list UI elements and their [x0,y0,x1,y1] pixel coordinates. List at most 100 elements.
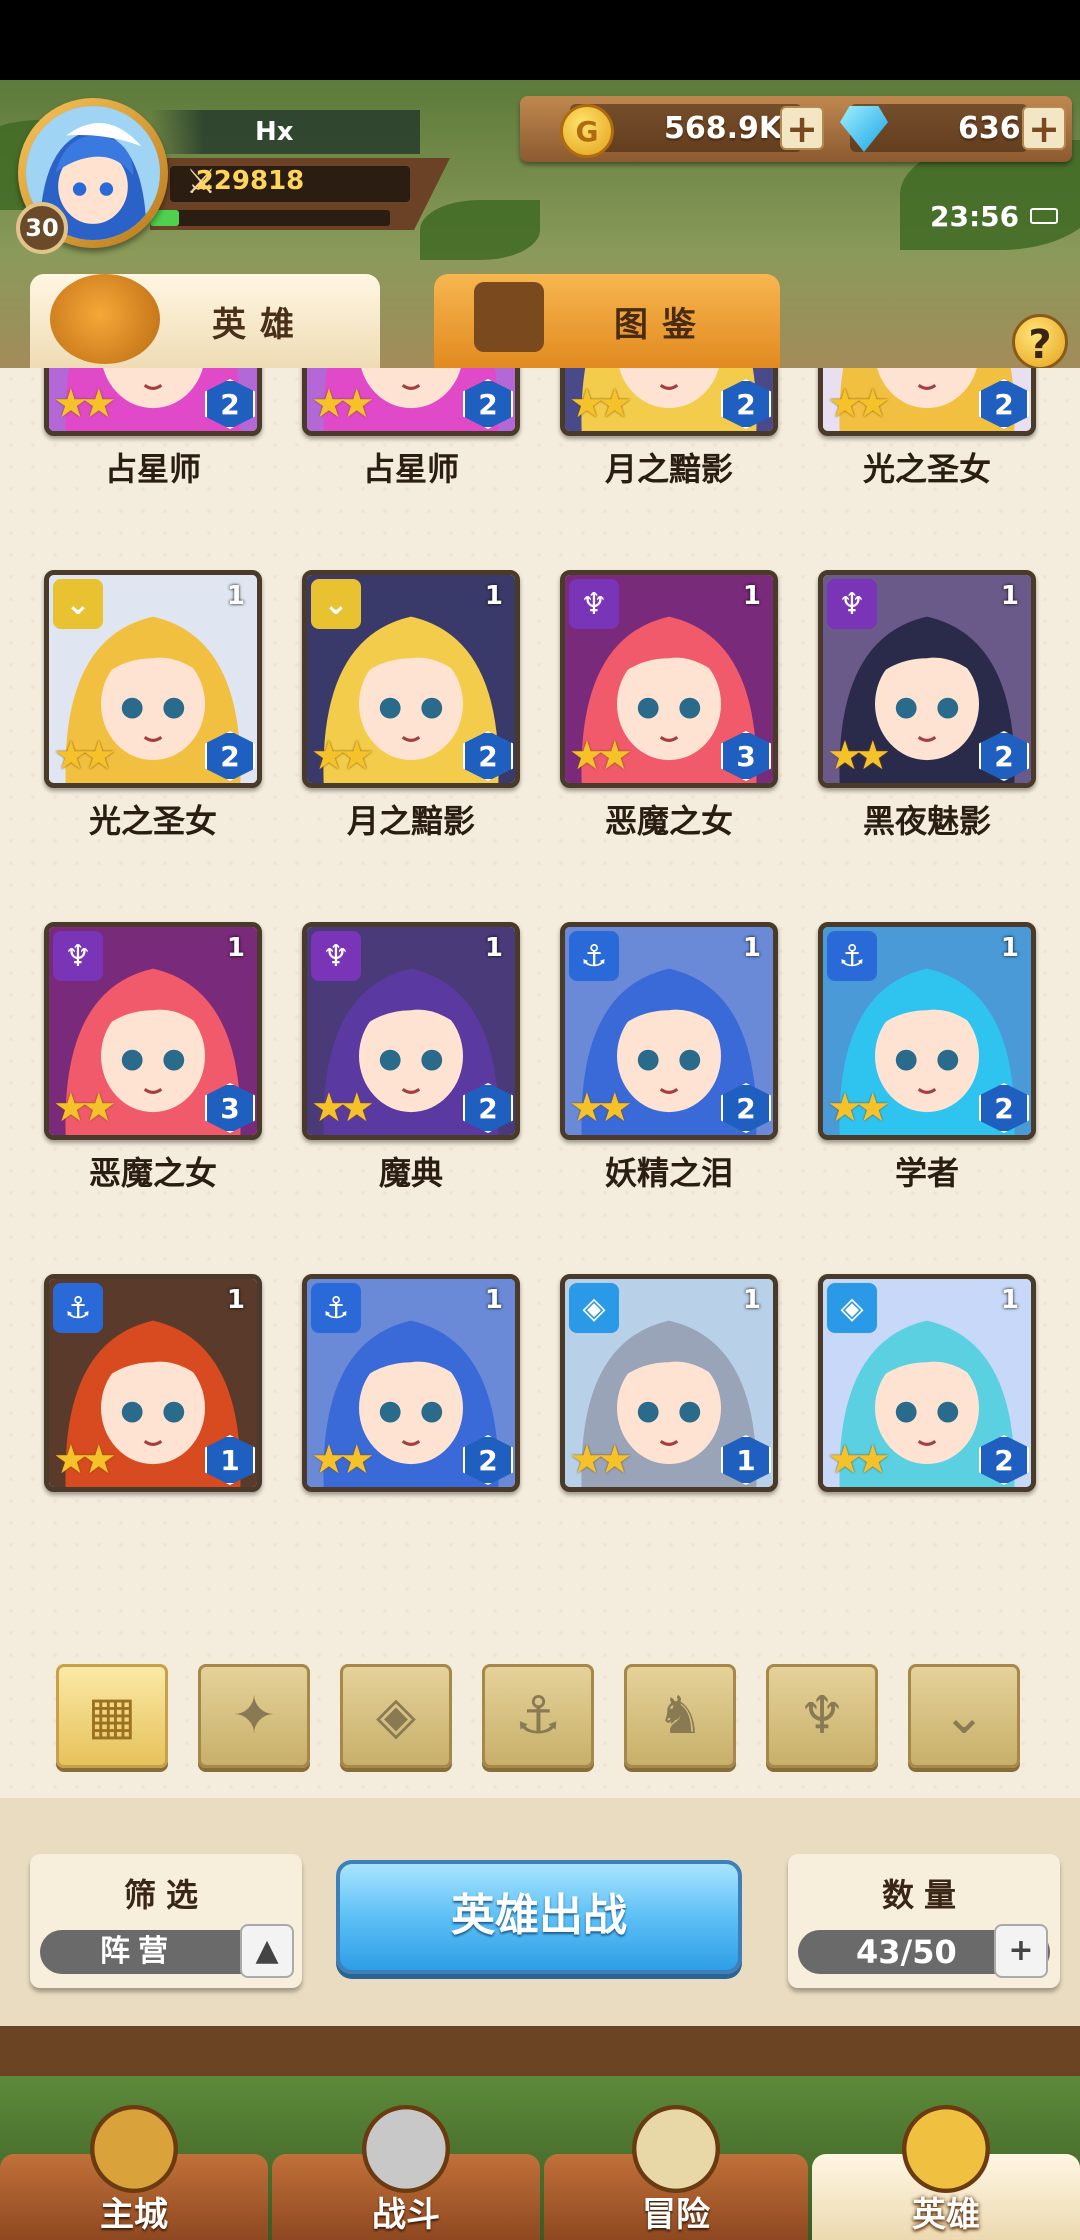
hero-card[interactable]: ⚓ 1 ★★ 2 学者 [818,922,1076,1192]
hero-card[interactable]: ⌄★★2 占星师 [302,368,560,488]
demon-faction-icon: ♆ [798,1686,846,1746]
ice-faction-icon: ◈ [827,1283,877,1333]
star-rating: ★★ [53,381,117,427]
nav-item-2[interactable]: 冒险 [544,2105,808,2240]
star-rating: ★★ [569,381,633,427]
hero-portrait: ⌄★★2 [302,368,520,436]
hero-card[interactable]: ⚓ 1 ★★ 2 妖精之泪 [560,922,818,1192]
sea-faction-icon: ⚓ [569,931,619,981]
hero-card[interactable]: ⌄★★2 占星师 [44,368,302,488]
filter-crystal-faction-button[interactable]: ◈ [340,1664,452,1768]
faction-filter-row: ▦ ✦ ◈ ⚓ ♞ ♆ ⌄ [56,1664,1036,1768]
star-rating: ★★ [827,733,891,779]
hero-copies: 1 [226,581,245,611]
hero-name: 月之黯影 [604,450,733,488]
nav-item-3[interactable]: 英雄 [812,2105,1080,2240]
hero-portrait: ⌄ 1 ★★ 2 [44,570,262,788]
hero-copies: 1 [226,933,245,963]
hero-name: 妖精之泪 [604,1154,733,1192]
star-rating: ★★ [311,1437,375,1483]
hero-grid[interactable]: ⌄★★2占星师⌄★★2占星师⌄★★2月之黯影⌄★★2光之圣女⌄1★★2光之圣女⌄… [0,368,1080,1628]
help-button[interactable]: ? [1012,314,1068,370]
demon-faction-icon: ♆ [311,931,361,981]
hero-card[interactable]: ◈ 1 ★★ 2 [818,1274,1076,1544]
filter-toggle-button[interactable]: ▲ [240,1924,294,1978]
filter-leaf-faction-button[interactable]: ✦ [198,1664,310,1768]
hero-card[interactable]: ⚓ 1 ★★ 1 [44,1274,302,1544]
light-faction-icon: ⌄ [311,579,361,629]
star-rating: ★★ [53,733,117,779]
deploy-heroes-button[interactable]: 英雄出战 [336,1860,742,1974]
tab-heroes[interactable]: 英雄 [30,274,380,368]
filter-all-grid-button[interactable]: ▦ [56,1664,168,1768]
hero-card[interactable]: ♆ 1 ★★ 3 恶魔之女 [44,922,302,1192]
hero-portrait: ♆ 1 ★★ 2 [818,570,1036,788]
ice-faction-icon: ◈ [569,1283,619,1333]
gem-value: 636 [958,111,1021,146]
count-title: 数量 [881,1876,966,1914]
hero-portrait: ⚓ 1 ★★ 1 [44,1274,262,1492]
hero-copies: 1 [484,581,503,611]
hero-card[interactable]: ⚓ 1 ★★ 2 [302,1274,560,1544]
hero-card[interactable]: ⌄★★2 月之黯影 [560,368,818,488]
filter-title: 筛选 [123,1876,208,1914]
hero-copies: 1 [226,1285,245,1315]
demon-faction-icon: ♆ [569,579,619,629]
add-gems-button[interactable]: + [1022,106,1066,150]
nav-label: 主城 [100,2195,168,2235]
hero-copies: 1 [484,933,503,963]
battery-icon [1030,208,1058,224]
level-badge: 30 [16,202,68,254]
hero-copies: 1 [742,581,761,611]
expand-capacity-button[interactable]: + [994,1924,1048,1978]
hero-name: 光之圣女 [88,802,217,840]
hero-copies: 1 [484,1285,503,1315]
star-rating: ★★ [569,733,633,779]
hero-portrait: ♆ 1 ★★ 3 [44,922,262,1140]
light-faction-icon: ⌄ [53,579,103,629]
star-rating: ★★ [311,381,375,427]
tab-codex[interactable]: 图鉴 [434,274,780,368]
beast-faction-icon: ♞ [656,1686,704,1746]
filter-beast-faction-button[interactable]: ♞ [624,1664,736,1768]
nav-item-0[interactable]: 主城 [0,2105,268,2240]
hero-card[interactable]: ⌄ 1 ★★ 2 光之圣女 [44,570,302,840]
star-rating: ★★ [53,1085,117,1131]
hero-name: 恶魔之女 [88,1154,217,1192]
filter-box: 筛选 阵营 ▲ [30,1854,302,1988]
hero-card[interactable]: ♆ 1 ★★ 2 黑夜魅影 [818,570,1076,840]
nav-item-1[interactable]: 战斗 [272,2105,540,2240]
hero-copies: 1 [742,1285,761,1315]
sea-faction-icon: ⚓ [827,931,877,981]
status-strip [0,0,1080,80]
star-rating: ★★ [311,733,375,779]
count-box: 数量 43/50 + [788,1854,1060,1988]
nav-label: 冒险 [642,2195,710,2235]
hero-name: 黑夜魅影 [862,802,991,840]
star-rating: ★★ [827,381,891,427]
hero-card[interactable]: ♆ 1 ★★ 3 恶魔之女 [560,570,818,840]
hero-portrait: ⌄★★2 [44,368,262,436]
tab-codex-label: 图鉴 [614,304,710,345]
hero-card[interactable]: ♆ 1 ★★ 2 魔典 [302,922,560,1192]
filter-anchor-faction-button[interactable]: ⚓ [482,1664,594,1768]
star-rating: ★★ [827,1085,891,1131]
hero-card[interactable]: ⌄★★2 光之圣女 [818,368,1076,488]
crystal-faction-icon: ◈ [376,1686,416,1746]
hero-portrait: ⌄★★2 [818,368,1036,436]
hero-card[interactable]: ⌄ 1 ★★ 2 月之黯影 [302,570,560,840]
filter-demon-faction-button[interactable]: ♆ [766,1664,878,1768]
hero-name: 学者 [894,1154,959,1192]
hero-portrait: ◈ 1 ★★ 2 [818,1274,1036,1492]
hero-panel: ⌄★★2占星师⌄★★2占星师⌄★★2月之黯影⌄★★2光之圣女⌄1★★2光之圣女⌄… [0,368,1080,1798]
star-rating: ★★ [311,1085,375,1131]
hero-portrait: ⚓ 1 ★★ 2 [818,922,1036,1140]
hero-name: 占星师 [104,450,201,488]
nav-label: 英雄 [912,2195,980,2235]
filter-light-faction-button[interactable]: ⌄ [908,1664,1020,1768]
add-gold-button[interactable]: + [780,106,824,150]
hero-portrait: ⌄★★2 [560,368,778,436]
hero-copies: 1 [742,933,761,963]
star-rating: ★★ [53,1437,117,1483]
hero-card[interactable]: ◈ 1 ★★ 1 [560,1274,818,1544]
